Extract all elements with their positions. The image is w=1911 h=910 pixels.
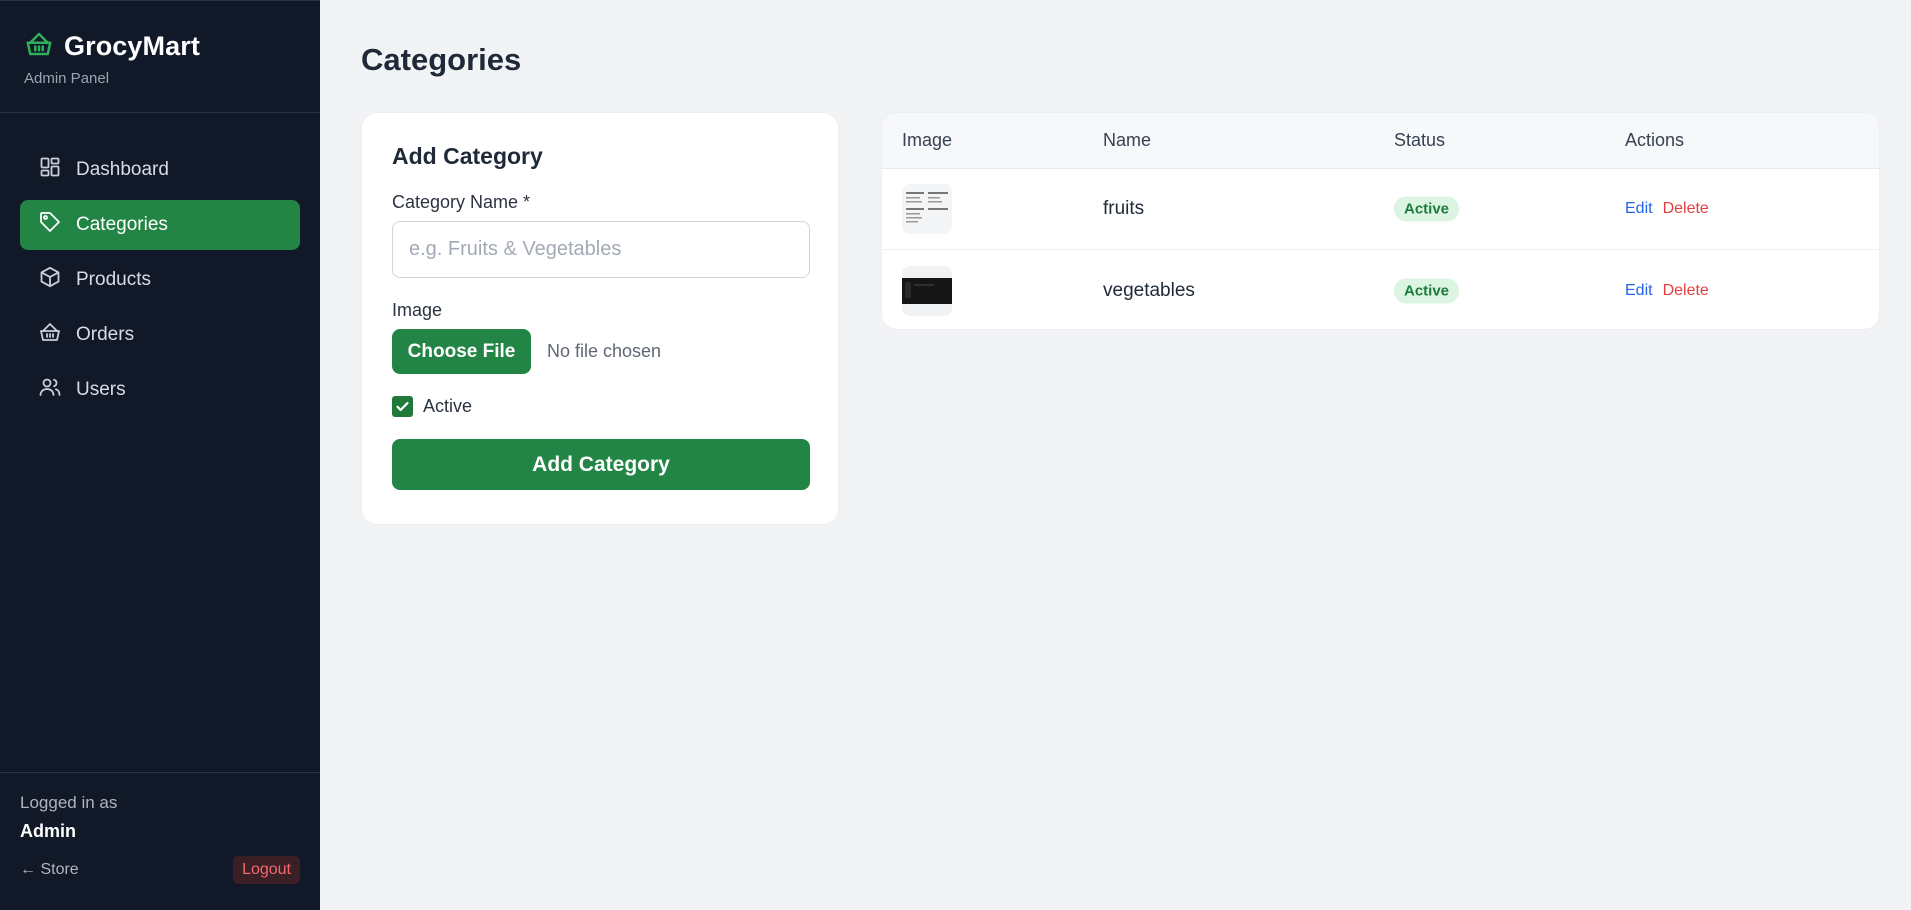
sidebar-item-orders[interactable]: Orders xyxy=(20,310,300,360)
sidebar-footer: Logged in as Admin ← Store Logout xyxy=(0,772,320,910)
table-row: vegetables Active Edit Delete xyxy=(882,250,1879,329)
page-title: Categories xyxy=(361,42,522,77)
add-category-card: Add Category Category Name * Image Choos… xyxy=(361,112,839,525)
store-link[interactable]: ← Store xyxy=(20,861,79,879)
categories-table: Image Name Status Actions fruits Active … xyxy=(881,112,1880,330)
category-name-label: Category Name * xyxy=(392,192,531,212)
category-thumbnail xyxy=(902,265,952,316)
sidebar-item-label: Dashboard xyxy=(76,159,169,180)
logged-in-user: Admin xyxy=(20,821,76,841)
column-header-status[interactable]: Status xyxy=(1394,130,1445,151)
status-badge: Active xyxy=(1394,278,1460,303)
brand-subtitle: Admin Panel xyxy=(24,70,110,87)
sidebar-item-dashboard[interactable]: Dashboard xyxy=(20,145,300,195)
sidebar-nav: Dashboard Categories Products Orders Use… xyxy=(0,113,320,415)
sidebar-item-label: Orders xyxy=(76,324,135,345)
sidebar-item-users[interactable]: Users xyxy=(20,365,300,415)
sidebar-item-categories[interactable]: Categories xyxy=(20,200,300,250)
users-icon xyxy=(38,375,62,405)
image-label: Image xyxy=(392,300,443,320)
column-header-name[interactable]: Name xyxy=(1103,130,1151,151)
active-checkbox[interactable] xyxy=(392,396,413,417)
category-name-input[interactable] xyxy=(392,221,810,278)
active-checkbox-label[interactable]: Active xyxy=(423,396,472,417)
table-header: Image Name Status Actions xyxy=(882,113,1879,169)
dashboard-icon xyxy=(38,155,62,185)
box-icon xyxy=(38,265,62,295)
category-name: fruits xyxy=(1103,198,1145,219)
basket-logo-icon xyxy=(24,29,54,64)
add-category-button[interactable]: Add Category xyxy=(392,439,810,490)
category-thumbnail xyxy=(902,184,952,234)
sidebar: GrocyMart Admin Panel Dashboard Categori… xyxy=(0,0,320,910)
tag-icon xyxy=(38,210,62,240)
checkmark-icon xyxy=(396,401,409,412)
sidebar-item-products[interactable]: Products xyxy=(20,255,300,305)
logout-button[interactable]: Logout xyxy=(233,856,300,884)
column-header-image[interactable]: Image xyxy=(902,130,952,151)
category-name: vegetables xyxy=(1103,279,1195,301)
status-badge: Active xyxy=(1394,196,1460,222)
basket-icon xyxy=(38,320,62,350)
edit-link[interactable]: Edit xyxy=(1625,200,1653,218)
table-row: fruits Active Edit Delete xyxy=(882,169,1879,250)
sidebar-item-label: Users xyxy=(76,379,126,400)
edit-link[interactable]: Edit xyxy=(1625,282,1653,300)
sidebar-item-label: Products xyxy=(76,269,151,290)
delete-link[interactable]: Delete xyxy=(1663,200,1709,218)
sidebar-item-label: Categories xyxy=(76,214,168,235)
logged-in-label: Logged in as xyxy=(20,793,118,812)
no-file-text: No file chosen xyxy=(547,341,662,361)
brand: GrocyMart Admin Panel xyxy=(0,1,320,113)
column-header-actions[interactable]: Actions xyxy=(1625,130,1684,151)
choose-file-button[interactable]: Choose File xyxy=(392,329,531,374)
add-category-title: Add Category xyxy=(392,143,543,169)
delete-link[interactable]: Delete xyxy=(1663,282,1709,300)
brand-name[interactable]: GrocyMart xyxy=(64,31,200,62)
